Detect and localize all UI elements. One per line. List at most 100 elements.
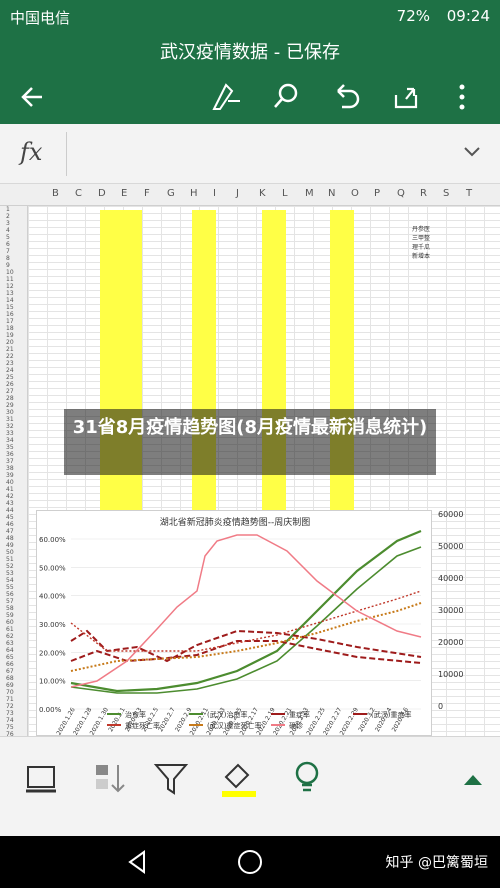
row-header[interactable]: 8 [6, 255, 10, 262]
row-header[interactable]: 14 [6, 297, 14, 304]
nav-home-icon[interactable] [236, 848, 264, 876]
row-header[interactable]: 68 [6, 675, 14, 682]
row-header[interactable]: 53 [6, 570, 14, 577]
row-header[interactable]: 55 [6, 584, 14, 591]
row-header[interactable]: 73 [6, 710, 14, 717]
row-header[interactable]: 26 [6, 381, 14, 388]
column-header-r[interactable]: R [420, 188, 427, 199]
row-header[interactable]: 67 [6, 668, 14, 675]
row-header[interactable]: 43 [6, 500, 14, 507]
row-header[interactable]: 31 [6, 416, 14, 423]
column-header-m[interactable]: M [305, 188, 314, 199]
row-header[interactable]: 34 [6, 437, 14, 444]
row-header[interactable]: 29 [6, 402, 14, 409]
row-header[interactable]: 21 [6, 346, 14, 353]
row-header[interactable]: 48 [6, 535, 14, 542]
row-header[interactable]: 64 [6, 647, 14, 654]
column-header-p[interactable]: P [374, 188, 380, 199]
column-header-c[interactable]: C [75, 188, 82, 199]
share-button[interactable] [386, 77, 426, 117]
ideas-button[interactable] [284, 757, 330, 803]
column-header-k[interactable]: K [259, 188, 266, 199]
column-header-l[interactable]: L [282, 188, 288, 199]
column-header-j[interactable]: J [236, 188, 239, 199]
row-header[interactable]: 58 [6, 605, 14, 612]
border-button[interactable] [20, 757, 66, 803]
row-header[interactable]: 10 [6, 269, 14, 276]
row-header[interactable]: 7 [6, 248, 10, 255]
row-header[interactable]: 44 [6, 507, 14, 514]
row-header[interactable]: 49 [6, 542, 14, 549]
row-header[interactable]: 33 [6, 430, 14, 437]
row-header[interactable]: 17 [6, 318, 14, 325]
expand-toolbar-button[interactable] [450, 757, 496, 803]
chart-container[interactable]: 湖北省新冠肺炎疫情趋势图--周庆制图 60.00% 50.00% 40.00% 30.0… [36, 510, 432, 736]
row-header[interactable]: 30 [6, 409, 14, 416]
row-header[interactable]: 62 [6, 633, 14, 640]
column-header-d[interactable]: D [98, 188, 106, 199]
row-header[interactable]: 52 [6, 563, 14, 570]
row-header[interactable]: 40 [6, 479, 14, 486]
row-header[interactable]: 51 [6, 556, 14, 563]
row-header[interactable]: 4 [6, 227, 10, 234]
row-header[interactable]: 24 [6, 367, 14, 374]
column-header-i[interactable]: I [213, 188, 216, 199]
column-header-q[interactable]: Q [397, 188, 405, 199]
row-header[interactable]: 60 [6, 619, 14, 626]
chevron-down-icon[interactable] [460, 140, 484, 164]
row-header[interactable]: 54 [6, 577, 14, 584]
row-header[interactable]: 5 [6, 234, 10, 241]
row-header[interactable]: 23 [6, 360, 14, 367]
row-header[interactable]: 16 [6, 311, 14, 318]
row-header[interactable]: 47 [6, 528, 14, 535]
filter-button[interactable] [150, 757, 196, 803]
search-button[interactable] [266, 77, 306, 117]
row-header[interactable]: 9 [6, 262, 10, 269]
undo-button[interactable] [326, 77, 366, 117]
column-header-f[interactable]: F [144, 188, 150, 199]
row-header[interactable]: 42 [6, 493, 14, 500]
row-header[interactable]: 20 [6, 339, 14, 346]
row-header[interactable]: 65 [6, 654, 14, 661]
row-header[interactable]: 63 [6, 640, 14, 647]
row-header[interactable]: 41 [6, 486, 14, 493]
row-header[interactable]: 2 [6, 213, 10, 220]
nav-back-icon[interactable] [124, 848, 152, 876]
row-header[interactable]: 18 [6, 325, 14, 332]
row-header[interactable]: 39 [6, 472, 14, 479]
row-header[interactable]: 11 [6, 276, 14, 283]
column-header-t[interactable]: T [466, 188, 472, 199]
row-header[interactable]: 15 [6, 304, 14, 311]
column-header-b[interactable]: B [52, 188, 59, 199]
row-header[interactable]: 57 [6, 598, 14, 605]
row-header[interactable]: 45 [6, 514, 14, 521]
pen-draw-button[interactable] [206, 77, 246, 117]
row-header[interactable]: 12 [6, 283, 14, 290]
row-header[interactable]: 46 [6, 521, 14, 528]
row-header[interactable]: 13 [6, 290, 14, 297]
fill-color-button[interactable] [216, 757, 262, 803]
row-header[interactable]: 35 [6, 444, 14, 451]
column-header-g[interactable]: G [167, 188, 175, 199]
row-header[interactable]: 22 [6, 353, 14, 360]
row-header[interactable]: 27 [6, 388, 14, 395]
column-header-o[interactable]: O [351, 188, 359, 199]
column-header-h[interactable]: H [190, 188, 198, 199]
row-header[interactable]: 61 [6, 626, 14, 633]
row-header[interactable]: 28 [6, 395, 14, 402]
row-header[interactable]: 38 [6, 465, 14, 472]
row-header[interactable]: 71 [6, 696, 14, 703]
formula-bar[interactable]: fx [0, 124, 500, 184]
row-header[interactable]: 66 [6, 661, 14, 668]
spreadsheet[interactable]: BCDEFGHIJKLMNOPQRST 1 2 3 4 5 6 7 8 9 10 11 12 13 14 1… [0, 184, 500, 736]
row-header[interactable]: 70 [6, 689, 14, 696]
row-header[interactable]: 25 [6, 374, 14, 381]
back-button[interactable] [14, 77, 54, 117]
row-header[interactable]: 36 [6, 451, 14, 458]
row-header[interactable]: 1 [6, 206, 10, 213]
row-header[interactable]: 74 [6, 717, 14, 724]
row-header[interactable]: 59 [6, 612, 14, 619]
row-header[interactable]: 3 [6, 220, 10, 227]
row-header[interactable]: 72 [6, 703, 14, 710]
row-header[interactable]: 6 [6, 241, 10, 248]
